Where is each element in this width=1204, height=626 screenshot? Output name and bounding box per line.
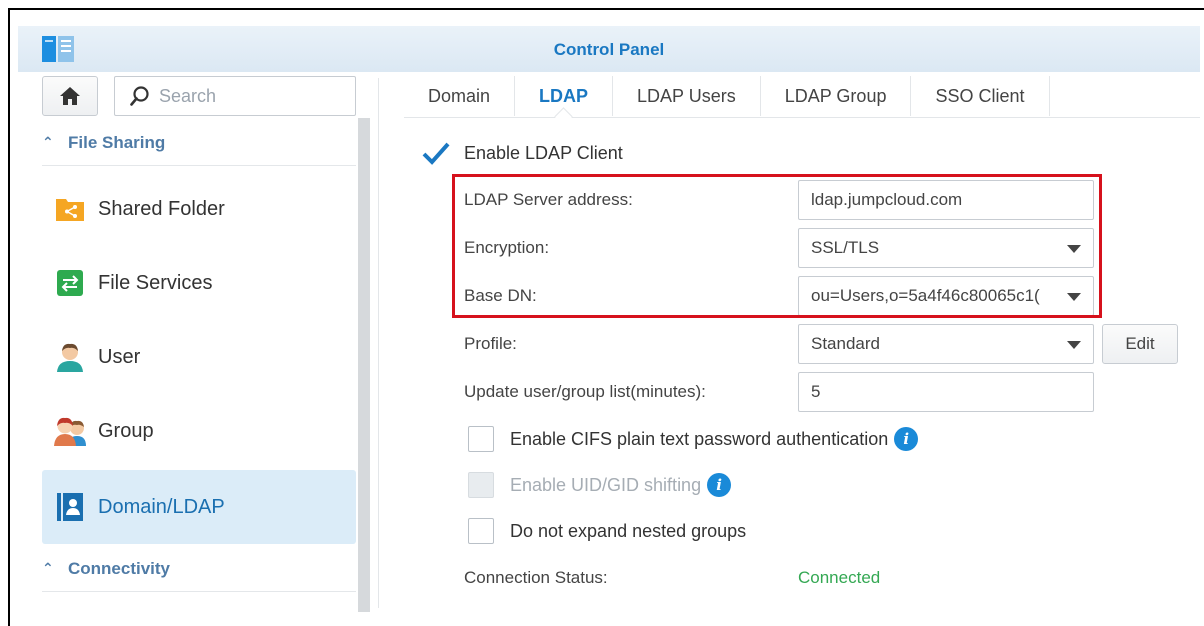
tab-ldap[interactable]: LDAP <box>515 76 614 116</box>
panel-divider <box>378 78 379 608</box>
chevron-up-icon: ⌃ <box>42 134 54 150</box>
sidebar-item-domain-ldap[interactable]: Domain/LDAP <box>42 470 356 544</box>
info-icon[interactable]: i <box>894 427 919 451</box>
chevron-up-icon: ⌃ <box>42 560 54 576</box>
info-icon[interactable]: i <box>707 473 732 497</box>
sidebar-item-shared-folder[interactable]: Shared Folder <box>42 172 356 246</box>
sidebar-item-group[interactable]: Group <box>42 394 356 468</box>
nested-groups-label: Do not expand nested groups <box>510 520 747 541</box>
tab-bar: Domain LDAP LDAP Users LDAP Group SSO Cl… <box>404 74 1200 118</box>
cifs-label: Enable CIFS plain text password authenti… <box>510 428 889 449</box>
section-connectivity[interactable]: ⌃ Connectivity <box>42 546 356 592</box>
sidebar-item-label: Group <box>98 419 154 442</box>
group-icon <box>52 413 88 449</box>
sidebar-item-label: Domain/LDAP <box>98 495 225 518</box>
update-interval-input[interactable]: 5 <box>798 372 1094 412</box>
connection-status-label: Connection Status: <box>464 568 608 587</box>
checkmark-icon <box>422 142 450 165</box>
home-icon <box>60 87 80 105</box>
profile-label: Profile: <box>464 334 517 353</box>
enable-ldap-label: Enable LDAP Client <box>464 142 623 163</box>
title-bar: Control Panel <box>18 26 1200 72</box>
highlight-box <box>452 174 1102 318</box>
tab-ldap-group[interactable]: LDAP Group <box>761 76 912 116</box>
domain-ldap-icon <box>52 489 88 525</box>
uid-gid-row: Enable UID/GID shifting i <box>468 472 732 498</box>
file-services-icon <box>52 265 88 301</box>
search-box[interactable] <box>114 76 356 116</box>
update-interval-label: Update user/group list(minutes): <box>464 382 706 401</box>
tab-sso-client[interactable]: SSO Client <box>911 76 1050 116</box>
sidebar-item-file-services[interactable]: File Services <box>42 246 356 320</box>
cifs-row[interactable]: Enable CIFS plain text password authenti… <box>468 426 919 452</box>
search-input[interactable] <box>159 85 339 107</box>
profile-select[interactable]: Standard <box>798 324 1094 364</box>
edit-profile-button[interactable]: Edit <box>1102 324 1178 364</box>
dropdown-arrow-icon <box>1067 341 1081 349</box>
sidebar-item-label: Shared Folder <box>98 197 225 220</box>
enable-ldap-checkbox[interactable] <box>422 140 450 166</box>
cifs-checkbox[interactable] <box>468 426 494 452</box>
nested-groups-checkbox[interactable] <box>468 518 494 544</box>
home-button[interactable] <box>42 76 98 116</box>
enable-ldap-row[interactable]: Enable LDAP Client <box>422 140 623 166</box>
window-title: Control Panel <box>553 40 665 59</box>
update-interval-value: 5 <box>811 382 821 401</box>
tab-domain[interactable]: Domain <box>404 76 516 116</box>
sidebar-item-label: User <box>98 345 141 368</box>
sidebar-scrollbar[interactable] <box>358 118 370 612</box>
sidebar: ⌃ File Sharing Shared Folder File Servic… <box>28 72 370 612</box>
section-label: Connectivity <box>68 558 171 578</box>
uid-gid-label: Enable UID/GID shifting <box>510 474 702 495</box>
sidebar-item-user[interactable]: User <box>42 320 356 394</box>
search-icon <box>130 86 149 106</box>
section-file-sharing[interactable]: ⌃ File Sharing <box>42 120 356 166</box>
uid-gid-checkbox <box>468 472 494 498</box>
tab-ldap-users[interactable]: LDAP Users <box>613 76 761 116</box>
nested-groups-row[interactable]: Do not expand nested groups <box>468 518 746 544</box>
shared-folder-icon <box>52 191 88 227</box>
connection-status-value: Connected <box>798 568 881 587</box>
profile-value: Standard <box>811 334 880 353</box>
user-icon <box>52 339 88 375</box>
sidebar-item-label: File Services <box>98 271 213 294</box>
section-label: File Sharing <box>68 132 166 152</box>
